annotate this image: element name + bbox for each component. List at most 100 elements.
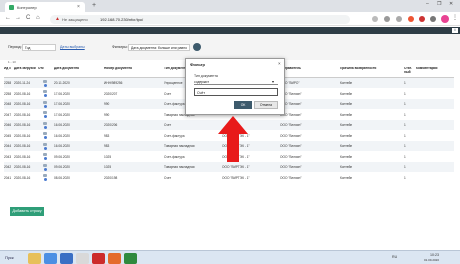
cancel-button[interactable]: Отмена (254, 101, 278, 109)
home-icon[interactable]: ⌂ (36, 15, 40, 22)
table-cell: ООО "Беляин" (280, 102, 302, 106)
column-header[interactable]: Комментарий (416, 67, 454, 71)
document-icon[interactable] (43, 90, 47, 97)
restore-icon[interactable]: ❐ (437, 1, 441, 7)
column-header[interactable]: Причина возвратности (340, 67, 400, 71)
annotation-arrow-icon (218, 116, 248, 162)
column-header[interactable]: Стат. ный (404, 67, 415, 75)
new-tab-button[interactable]: + (92, 2, 96, 9)
browser-tab-bar: Контролер × + – ❐ ✕ (0, 0, 460, 12)
extension-icon[interactable] (408, 16, 414, 22)
table-cell: 16.06.2020 (54, 133, 70, 138)
table-cell: 990 (104, 102, 110, 106)
document-icon[interactable] (43, 121, 47, 129)
table-cell: ООО "ВИРТЭК - 1" (222, 175, 250, 180)
window-close-icon[interactable]: ✕ (449, 1, 453, 7)
apply-filter-button[interactable] (193, 43, 201, 51)
dialog-close-icon[interactable]: × (278, 61, 281, 66)
browser-menu-icon[interactable]: ⋮ (452, 14, 458, 21)
table-cell: 1 (404, 165, 406, 169)
column-header[interactable]: Дата загрузки (14, 67, 37, 71)
star-icon[interactable] (396, 16, 402, 22)
table-cell: 2048 (4, 102, 12, 106)
table-cell: 17.06.2020 (54, 112, 70, 117)
condition-select[interactable]: содержит ▾ (194, 79, 278, 85)
table-cell: Контейн (340, 112, 353, 117)
info-badge[interactable]: i (452, 28, 458, 33)
table-cell: Товарная накладная (164, 144, 195, 148)
column-header[interactable]: Отправитель (280, 67, 338, 71)
browser-tab[interactable]: Контролер × (5, 2, 85, 12)
filters-select[interactable]: Дата документа: больше или равно (128, 43, 190, 51)
table-cell: ООО "Беляин" (280, 112, 302, 117)
table-cell: 2020-08-16 (14, 123, 31, 127)
period-label: Период: (8, 45, 22, 49)
column-header[interactable]: Отк (38, 67, 53, 71)
filter-value-input[interactable]: Счёт (194, 88, 278, 96)
reload-icon[interactable]: C (26, 15, 30, 22)
column-header[interactable]: Ид с (4, 67, 14, 71)
tab-close-icon[interactable]: × (77, 4, 80, 10)
table-cell: 1 (404, 91, 406, 96)
date-range-link[interactable]: Даты выбраны (60, 45, 85, 49)
period-select[interactable]: Год (22, 43, 56, 51)
back-icon[interactable]: ← (5, 15, 11, 22)
clock-date[interactable]: 01.09.2020 (424, 258, 439, 262)
minimize-icon[interactable]: – (426, 1, 429, 7)
table-cell: ИНН/989256 (104, 81, 123, 85)
table-row[interactable]: 2042 2020-08-16 09.06.2020 1025 Товарная нак… (4, 162, 454, 172)
word-app-icon[interactable] (60, 252, 73, 264)
table-cell: 2041 (4, 175, 12, 180)
column-header[interactable]: Номер документа (104, 67, 162, 71)
extension-icon[interactable] (419, 16, 425, 22)
table-cell: Контейн (340, 133, 353, 138)
table-cell: 09.06.2020 (54, 165, 70, 169)
table-cell: ООО "Беляин" (280, 154, 302, 159)
explorer-app-icon[interactable] (28, 252, 41, 264)
excel-app-icon[interactable] (124, 252, 137, 264)
document-icon[interactable] (43, 100, 47, 108)
table-cell: Контейн (340, 165, 353, 169)
app-icon[interactable] (108, 252, 121, 264)
filter-bar: Период: Год Даты выбраны Фильтры: Дата д… (0, 34, 460, 60)
table-cell: ООО "Беляин" (280, 144, 302, 148)
add-row-button[interactable]: Добавить строку (10, 207, 44, 216)
ok-button[interactable]: ОК (234, 101, 252, 109)
document-icon[interactable] (43, 111, 47, 118)
table-cell: 2020/198 (104, 175, 118, 180)
table-cell: 2020-08-16 (14, 112, 31, 117)
document-icon[interactable] (43, 163, 47, 171)
profile-avatar[interactable] (441, 15, 449, 23)
table-cell: ООО "Беляин" (280, 123, 302, 127)
warning-icon: ▲ (55, 16, 60, 22)
language-indicator[interactable]: RU (392, 255, 397, 259)
document-icon[interactable] (43, 174, 47, 181)
address-bar[interactable]: ▲ Не защищено 192.168.70.230/nfcr/ipo/ (50, 14, 350, 24)
table-cell: ООО "ВИРТЭК - 1" (222, 165, 250, 169)
table-cell: 2046 (4, 123, 12, 127)
zoom-icon[interactable] (372, 16, 378, 22)
table-cell: 20.11.2020 (54, 81, 70, 85)
url-text[interactable]: 192.168.70.230/nfcr/ipo/ (100, 17, 143, 22)
clock-time[interactable]: 10:23 (430, 253, 439, 257)
column-header[interactable]: Дата документа (54, 67, 102, 71)
app-icon[interactable] (76, 252, 89, 264)
table-cell: 09.06.2020 (54, 154, 70, 159)
document-icon[interactable] (43, 153, 47, 160)
forward-icon[interactable]: → (15, 15, 21, 22)
cast-icon[interactable] (384, 16, 390, 22)
document-icon[interactable] (43, 142, 47, 150)
table-cell: 08.06.2020 (54, 175, 70, 180)
table-cell: ООО "Беляин" (280, 165, 302, 169)
extensions-puzzle-icon[interactable] (430, 16, 436, 22)
document-icon[interactable] (43, 79, 47, 87)
table-row[interactable]: 2041 2020-08-16 08.06.2020 2020/198 Счет ООО … (4, 172, 454, 183)
pdf-app-icon[interactable] (92, 252, 105, 264)
filter-dialog: Фильтр × Тип документа содержит ▾ Счёт О… (185, 58, 285, 115)
document-icon[interactable] (43, 132, 47, 139)
table-cell: Контейн (340, 123, 353, 127)
table-cell: 1 (404, 175, 406, 180)
start-button[interactable]: Пуск (3, 253, 25, 263)
chrome-app-icon[interactable] (44, 252, 57, 264)
table-cell: 17.06.2020 (54, 102, 70, 106)
